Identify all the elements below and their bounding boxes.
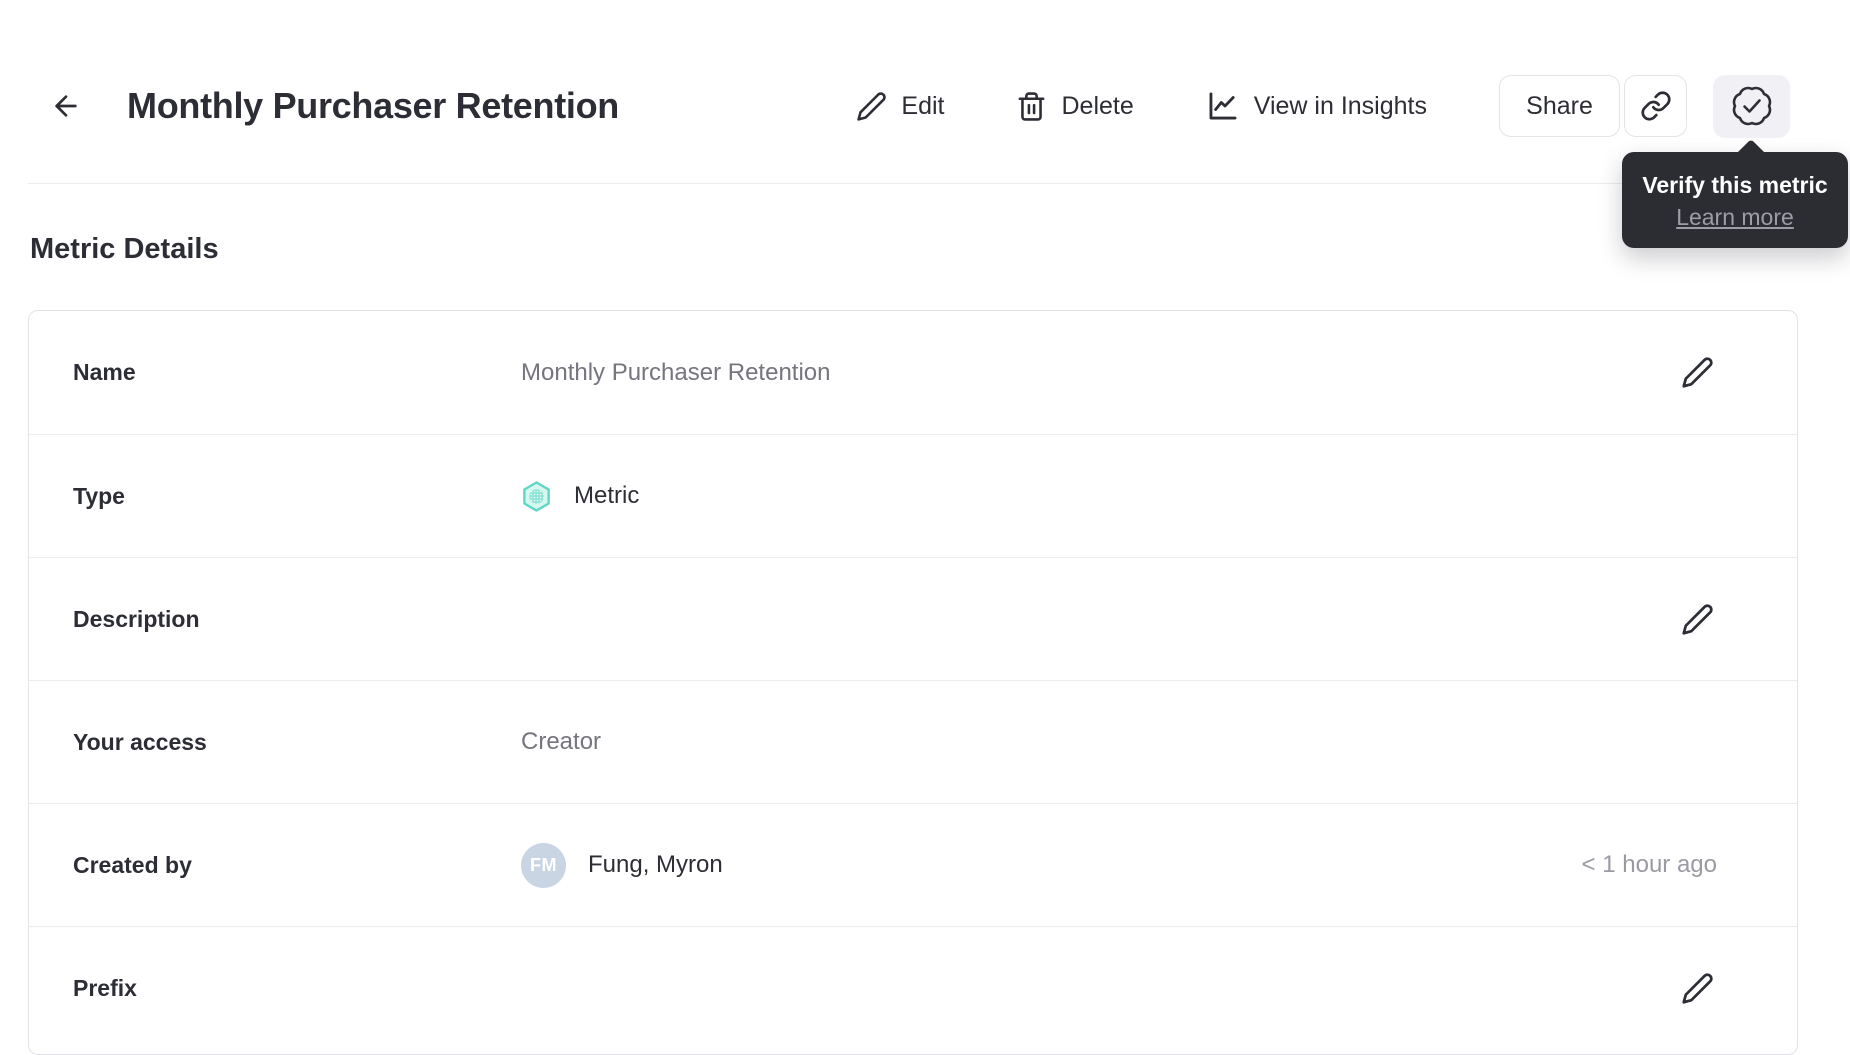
pencil-icon: [1681, 356, 1714, 389]
type-value-label: Metric: [574, 482, 640, 509]
line-chart-icon: [1206, 89, 1240, 123]
row-label: Name: [73, 359, 136, 385]
avatar: FM: [521, 842, 566, 888]
view-in-insights-button[interactable]: View in Insights: [1206, 89, 1427, 123]
pencil-icon: [1681, 972, 1714, 1005]
edit-name-button[interactable]: [1677, 353, 1717, 393]
row-value: FM Fung, Myron: [521, 842, 723, 888]
delete-button[interactable]: Delete: [1016, 91, 1134, 122]
detail-row-prefix: Prefix: [29, 926, 1797, 1049]
metric-hexagon-icon: [521, 480, 552, 512]
row-label: Prefix: [73, 974, 137, 1001]
verify-tooltip: Verify this metric Learn more: [1622, 139, 1848, 248]
edit-button[interactable]: Edit: [856, 91, 944, 122]
row-label: Created by: [73, 851, 192, 878]
detail-row-name: Name Monthly Purchaser Retention: [29, 311, 1797, 434]
tooltip-title: Verify this metric: [1642, 172, 1828, 198]
copy-link-button[interactable]: [1624, 75, 1687, 137]
header-divider: [28, 183, 1822, 184]
edit-prefix-button[interactable]: [1677, 968, 1717, 1008]
link-icon: [1640, 90, 1672, 122]
header: Monthly Purchaser Retention Edit Delete: [0, 70, 1850, 142]
row-value: Creator: [521, 728, 602, 755]
page-title: Monthly Purchaser Retention: [127, 85, 619, 126]
arrow-left-icon: [50, 90, 82, 122]
row-value: Monthly Purchaser Retention: [521, 358, 831, 386]
header-actions: Edit Delete View in Insights Share: [856, 74, 1790, 138]
pencil-icon: [1681, 603, 1714, 636]
tooltip-learn-more-link[interactable]: Learn more: [1676, 202, 1794, 232]
detail-row-description: Description: [29, 557, 1797, 680]
delete-button-label: Delete: [1061, 91, 1134, 120]
created-time: < 1 hour ago: [1581, 851, 1717, 878]
verified-badge-icon: [1729, 83, 1775, 129]
section-heading: Metric Details: [30, 233, 219, 265]
edit-button-label: Edit: [901, 91, 945, 120]
edit-description-button[interactable]: [1677, 599, 1717, 639]
detail-row-your-access: Your access Creator: [29, 680, 1797, 803]
share-button-label: Share: [1526, 91, 1593, 120]
verify-metric-button[interactable]: [1713, 74, 1790, 138]
row-label: Your access: [73, 728, 207, 755]
detail-row-type: Type Metric: [29, 434, 1797, 557]
tooltip-caret: [1734, 139, 1768, 173]
share-button[interactable]: Share: [1499, 75, 1620, 137]
detail-row-created-by: Created by FM Fung, Myron < 1 hour ago: [29, 803, 1797, 926]
row-label: Type: [73, 482, 125, 509]
created-by-name: Fung, Myron: [588, 851, 723, 878]
back-button[interactable]: [45, 85, 87, 127]
pencil-icon: [856, 91, 887, 122]
view-in-insights-label: View in Insights: [1253, 91, 1427, 120]
row-label: Description: [73, 605, 200, 632]
trash-icon: [1016, 91, 1047, 122]
metric-details-card: Name Monthly Purchaser Retention Type Me…: [28, 310, 1798, 1055]
row-value: Metric: [521, 480, 640, 512]
